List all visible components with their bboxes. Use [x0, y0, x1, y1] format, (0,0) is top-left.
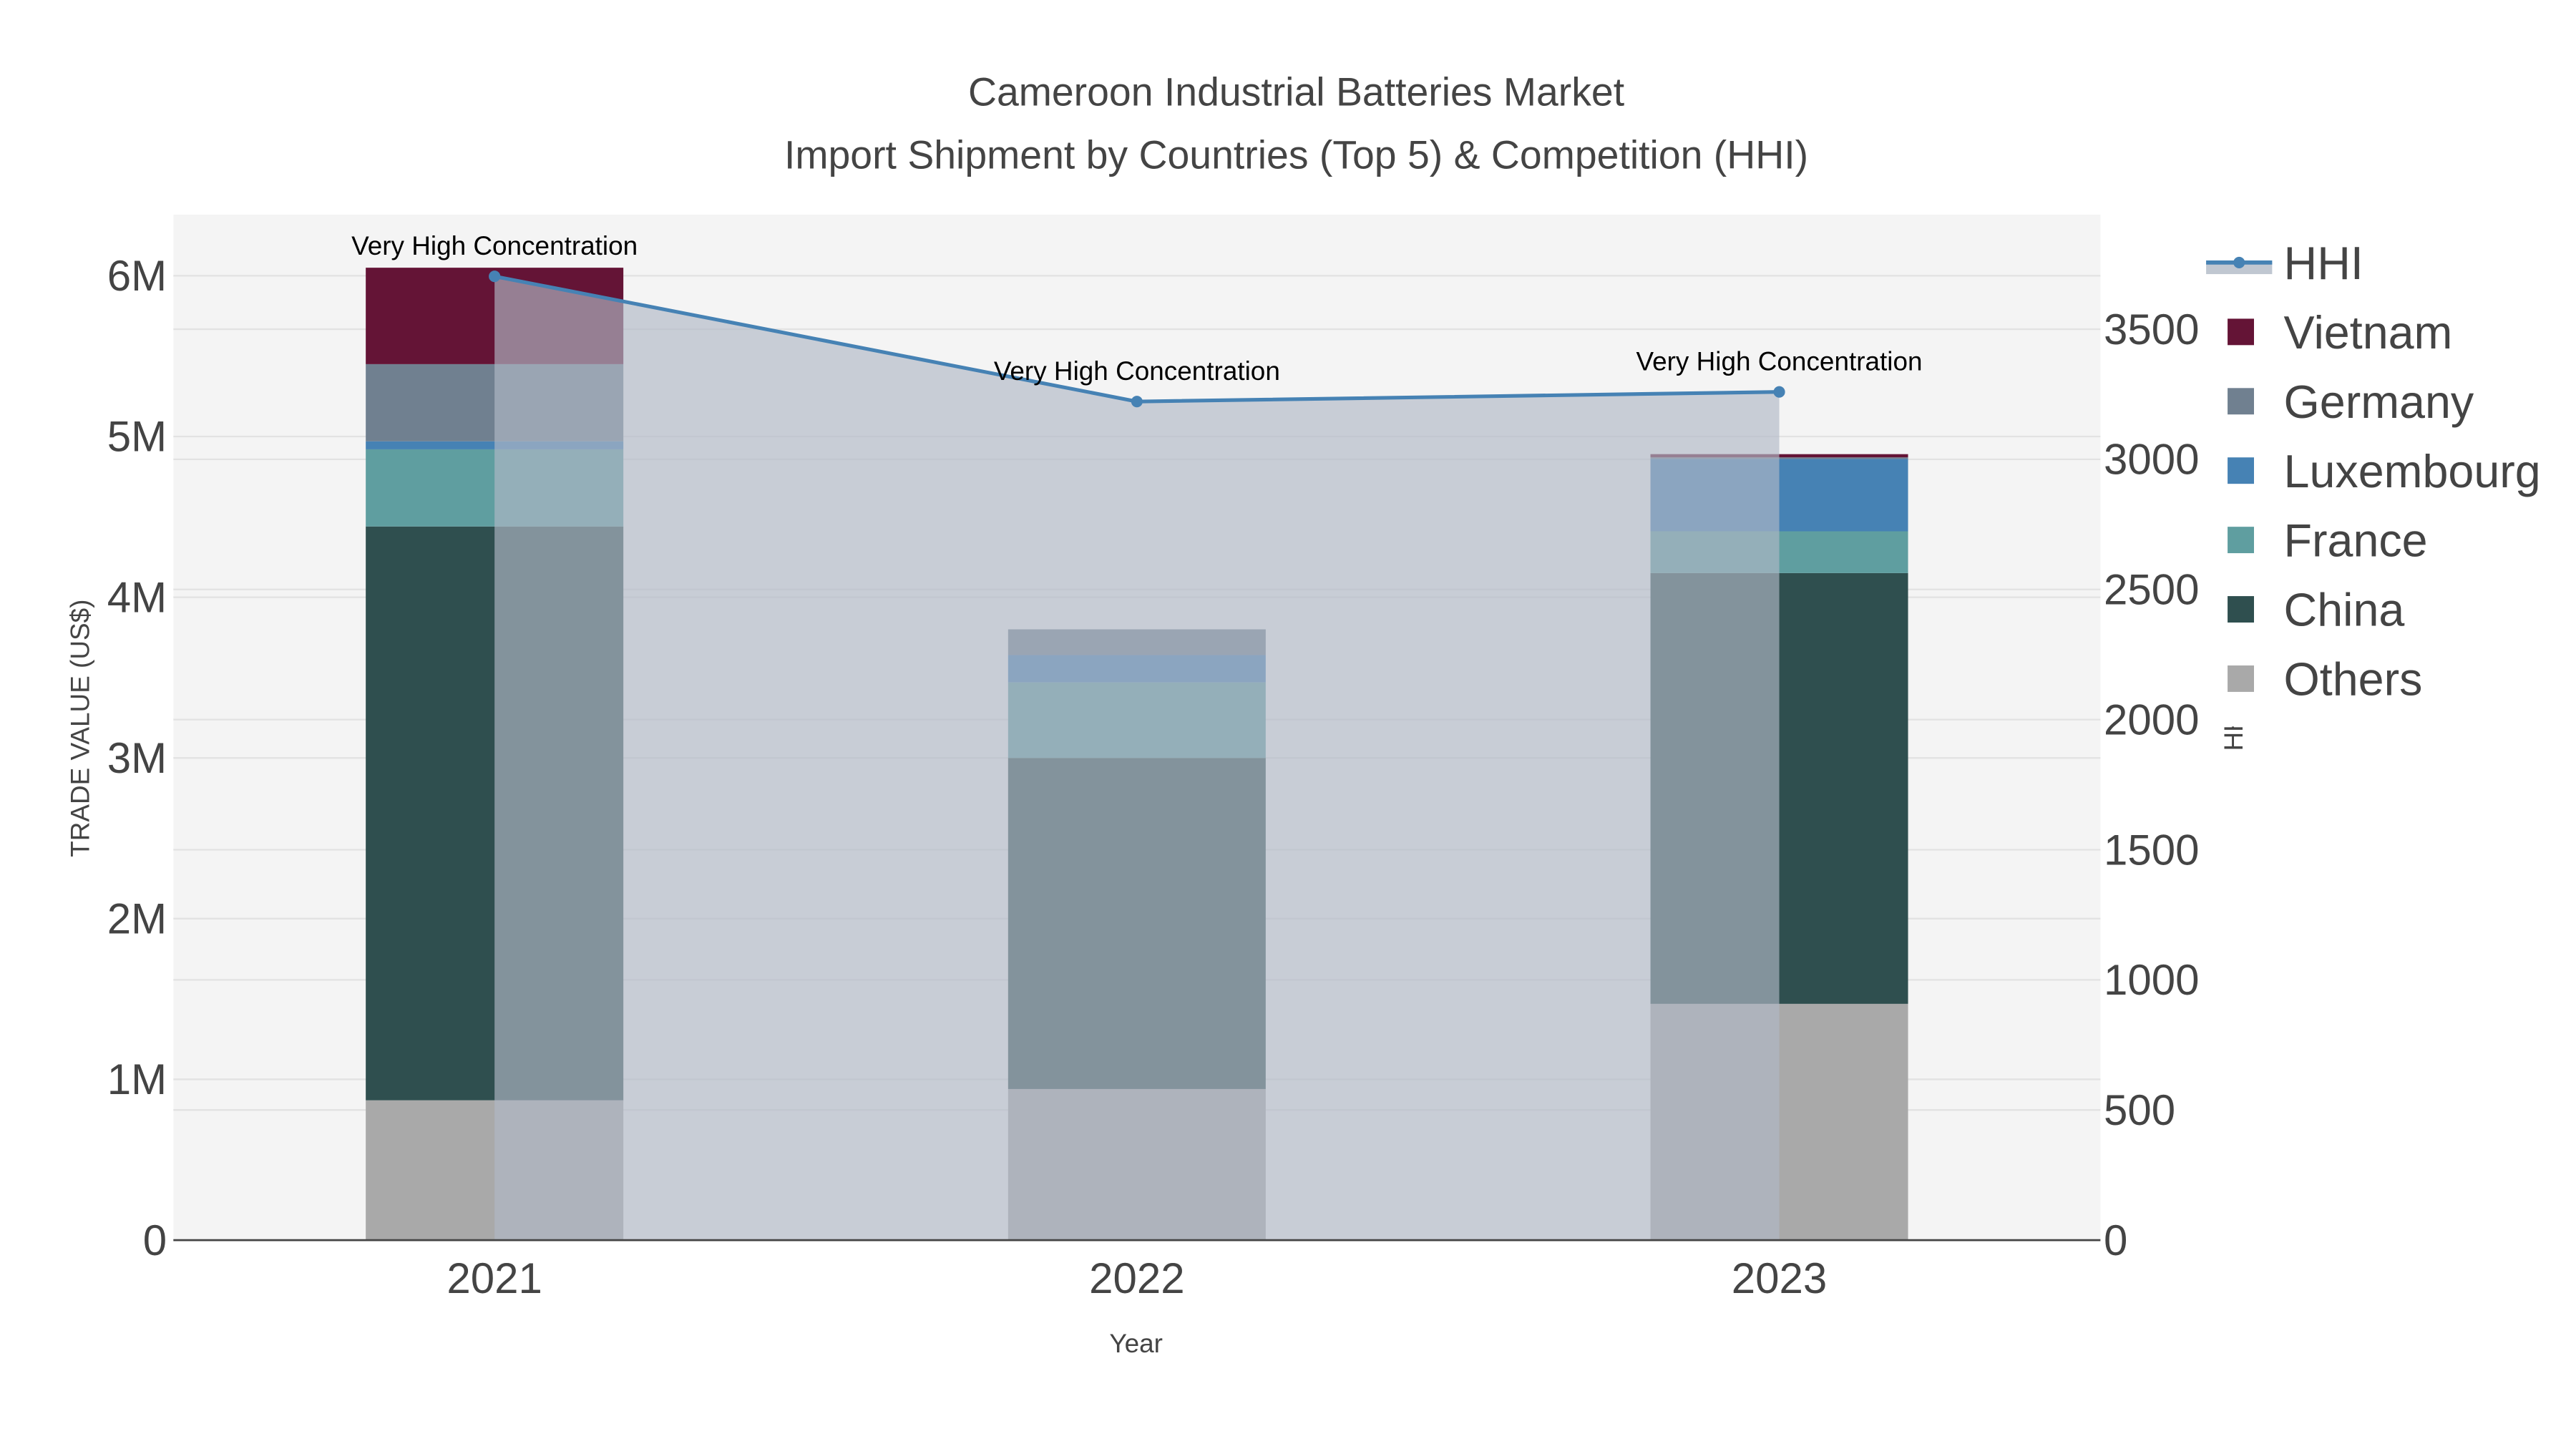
- hhi-point: [489, 270, 501, 283]
- y2-tick-label: 1000: [2104, 956, 2199, 1004]
- legend-label: HHI: [2284, 238, 2363, 289]
- legend-swatch-vietnam: [2228, 318, 2254, 346]
- y2-tick-label: 2500: [2104, 566, 2199, 614]
- hhi-annotation: Very High Concentration: [994, 356, 1280, 386]
- hhi-annotation: Very High Concentration: [351, 231, 638, 260]
- legend-swatch-france: [2228, 527, 2254, 554]
- legend-label: Vietnam: [2284, 307, 2453, 358]
- y2-tick-label: 0: [2104, 1216, 2127, 1264]
- y2-tick-label: 500: [2104, 1086, 2175, 1134]
- y-tick-label: 2M: [107, 895, 167, 943]
- legend-swatch-germany: [2228, 388, 2254, 415]
- hhi-area: [494, 276, 1780, 1241]
- legend-label: Others: [2284, 654, 2423, 706]
- chart: Cameroon Industrial Batteries Market Imp…: [0, 0, 2576, 1449]
- chart-title: Cameroon Industrial Batteries Market: [968, 70, 1624, 114]
- y-tick-label: 5M: [107, 413, 167, 461]
- chart-subtitle: Import Shipment by Countries (Top 5) & C…: [784, 132, 1808, 177]
- y-tick-label: 6M: [107, 252, 167, 300]
- y-tick-label: 3M: [107, 734, 167, 782]
- legend-swatch-china: [2228, 596, 2254, 623]
- legend-label: France: [2284, 515, 2428, 567]
- legend-label: Germany: [2284, 376, 2474, 428]
- y-tick-label: 0: [143, 1216, 167, 1264]
- x-tick-label: 2022: [1089, 1254, 1184, 1302]
- legend-label: Luxembourg: [2284, 446, 2541, 497]
- y2-tick-label: 3500: [2104, 306, 2199, 353]
- legend-swatch-others: [2228, 665, 2254, 692]
- y2-tick-label: 1500: [2104, 826, 2199, 874]
- legend-swatch-luxembourg: [2228, 457, 2254, 484]
- y2-tick-label: 2000: [2104, 696, 2199, 743]
- y-tick-label: 1M: [107, 1055, 167, 1103]
- x-tick-label: 2021: [447, 1254, 542, 1302]
- x-axis-title: Year: [1109, 1329, 1163, 1358]
- y-axis-title: TRADE VALUE (US$): [66, 600, 95, 857]
- y-tick-label: 4M: [107, 573, 167, 621]
- hhi-annotation: Very High Concentration: [1636, 347, 1923, 376]
- hhi-point: [1773, 386, 1785, 398]
- legend-label: China: [2284, 585, 2405, 636]
- hhi-point: [1131, 396, 1143, 408]
- legend-hhi-marker: [2233, 256, 2245, 268]
- y2-tick-label: 3000: [2104, 436, 2199, 484]
- x-tick-label: 2023: [1732, 1254, 1827, 1302]
